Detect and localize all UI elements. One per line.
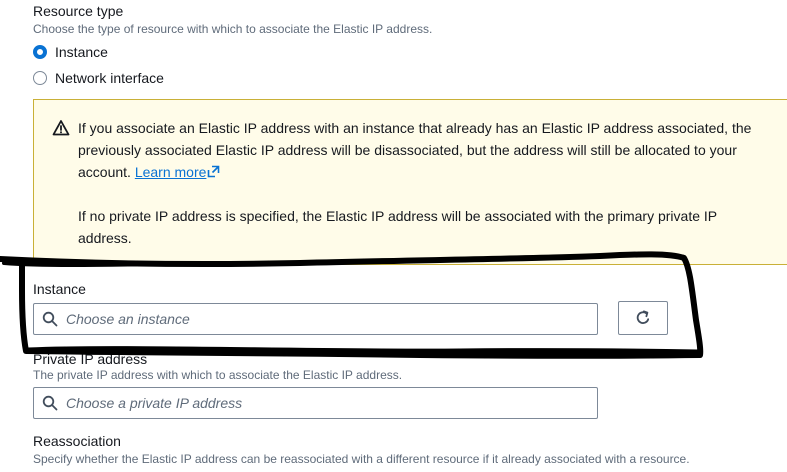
learn-more-link-text[interactable]: Learn more bbox=[135, 164, 207, 180]
refresh-instances-button[interactable] bbox=[618, 301, 668, 335]
radio-instance[interactable]: Instance bbox=[33, 44, 108, 60]
private-ip-label: Private IP address bbox=[33, 351, 148, 367]
radio-network-interface[interactable]: Network interface bbox=[33, 70, 164, 86]
radio-instance-label: Instance bbox=[55, 44, 108, 60]
warning-paragraph-1: If you associate an Elastic IP address w… bbox=[78, 117, 768, 183]
warning-paragraph-2: If no private IP address is specified, t… bbox=[78, 208, 717, 246]
search-icon bbox=[42, 311, 58, 327]
external-link-icon[interactable] bbox=[207, 165, 220, 178]
private-ip-select[interactable] bbox=[33, 387, 598, 419]
private-ip-description: The private IP address with which to ass… bbox=[33, 368, 403, 382]
reassociation-label: Reassociation bbox=[33, 433, 121, 449]
radio-instance-button[interactable] bbox=[33, 45, 47, 59]
instance-select[interactable] bbox=[33, 303, 598, 335]
search-icon bbox=[42, 395, 58, 411]
radio-network-interface-label: Network interface bbox=[55, 70, 164, 86]
private-ip-search-input[interactable] bbox=[66, 395, 597, 411]
instance-search-input[interactable] bbox=[66, 311, 597, 327]
reassociation-description: Specify whether the Elastic IP address c… bbox=[33, 452, 690, 466]
resource-type-label: Resource type bbox=[33, 3, 124, 19]
resource-type-description: Choose the type of resource with which t… bbox=[33, 22, 433, 36]
learn-more-link[interactable]: Learn more bbox=[135, 164, 221, 180]
warning-triangle-icon bbox=[52, 120, 70, 136]
refresh-icon bbox=[636, 310, 650, 324]
instance-label: Instance bbox=[33, 281, 86, 297]
radio-network-interface-button[interactable] bbox=[33, 71, 47, 85]
